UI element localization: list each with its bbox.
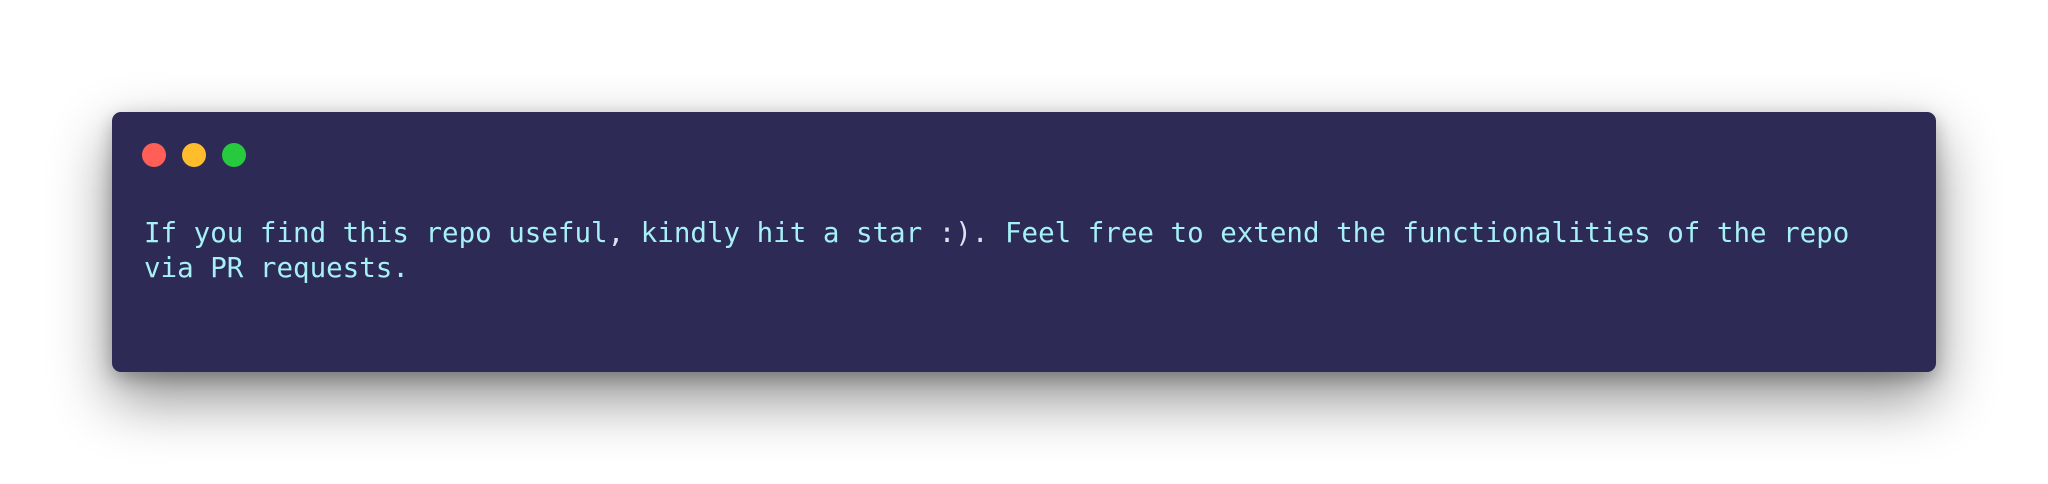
- minimize-button[interactable]: [182, 143, 206, 167]
- code-text-3: Feel free to extend the functionalities …: [988, 217, 1850, 249]
- code-line-1: If you find this repo useful, kindly hit…: [144, 216, 1924, 251]
- code-text-1: If you find this repo useful: [144, 217, 608, 249]
- code-punct-comma: ,: [607, 217, 625, 249]
- zoom-button[interactable]: [222, 143, 246, 167]
- code-text-2: kindly hit a star: [624, 217, 939, 249]
- window-controls: [142, 143, 246, 167]
- code-window: If you find this repo useful, kindly hit…: [112, 112, 1936, 372]
- code-block: If you find this repo useful, kindly hit…: [144, 216, 1924, 286]
- code-line-2: via PR requests.: [144, 252, 409, 284]
- code-punct-smiley: :).: [938, 217, 989, 249]
- close-button[interactable]: [142, 143, 166, 167]
